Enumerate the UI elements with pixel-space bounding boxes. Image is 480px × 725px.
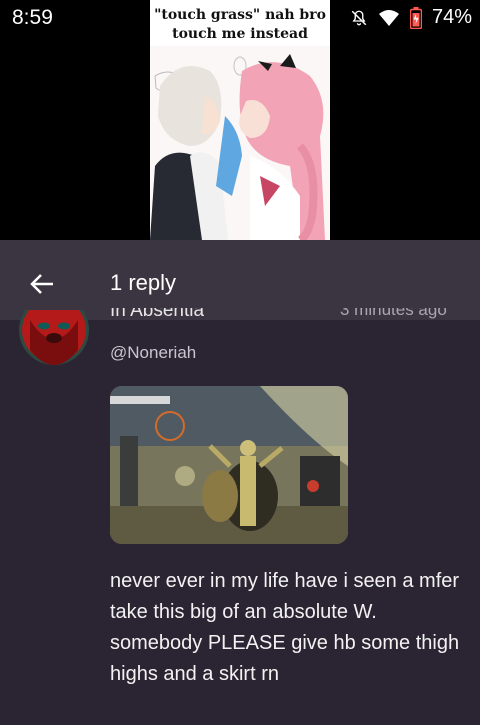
avatar-image xyxy=(19,310,89,365)
back-arrow-icon[interactable] xyxy=(28,270,56,298)
reply-time-ago-text: 3 minutes ago xyxy=(340,308,447,319)
status-time: 8:59 xyxy=(12,6,53,29)
anime-kiss-illustration xyxy=(150,46,330,240)
battery-icon xyxy=(409,6,422,29)
do-not-disturb-icon xyxy=(351,10,367,25)
status-icons: 74% xyxy=(350,6,472,29)
reply-handle[interactable]: @Noneriah xyxy=(110,343,196,363)
avatar[interactable] xyxy=(18,310,90,374)
meme-caption-line2: touch me instead xyxy=(172,26,308,42)
reply-message: never ever in my life have i seen a mfer… xyxy=(110,570,460,685)
reply-time-ago: 3 minutes ago xyxy=(340,308,447,330)
battery-percent: 74% xyxy=(431,6,472,28)
reply-author-name: In Absentia xyxy=(110,308,205,321)
meme-caption: "touch grass" nah bro touch me instead xyxy=(150,6,330,44)
reply-media-image[interactable] xyxy=(110,386,348,544)
basketball-scene-illustration xyxy=(110,386,348,544)
header-title: 1 reply xyxy=(110,270,177,295)
wifi-icon xyxy=(378,9,399,26)
meme-caption-line1: "touch grass" nah bro xyxy=(154,7,326,23)
reply-author[interactable]: In Absentia xyxy=(110,308,204,330)
meme-image[interactable]: "touch grass" nah bro touch me instead xyxy=(150,0,330,240)
